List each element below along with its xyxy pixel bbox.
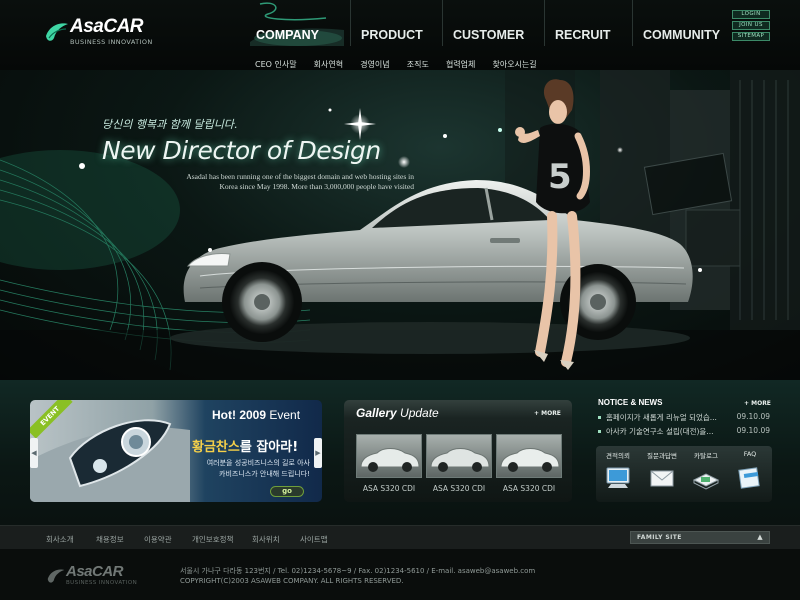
quick-qna[interactable]: 질문과답변: [640, 446, 684, 502]
footer-link-privacy[interactable]: 개인보호정책: [192, 534, 233, 545]
shirt-number: 5: [548, 157, 572, 197]
footer-link-sitemap[interactable]: 사이트맵: [300, 534, 328, 545]
subnav-history[interactable]: 회사연혁: [314, 60, 343, 69]
hero-description: Asadal has been running one of the bigge…: [186, 172, 414, 191]
family-site-select[interactable]: FAMILY SITE ▲: [630, 531, 770, 544]
mail-icon: [650, 470, 674, 487]
notice-panel: NOTICE & NEWS + MORE 홈페이지가 새롭게 리뉴얼 되었습..…: [594, 396, 776, 444]
event-prev-icon[interactable]: ◀: [30, 438, 38, 468]
footer-brand-name: AsaCAR: [66, 563, 124, 580]
nav-recruit[interactable]: RECRUIT: [544, 0, 632, 46]
gallery-title: Gallery Update: [356, 406, 439, 420]
footer-link-terms[interactable]: 이용약관: [144, 534, 172, 545]
footer-logo: AsaCAR BUSINESS INNOVATION: [46, 563, 146, 589]
nav-company[interactable]: COMPANY: [246, 0, 350, 46]
brand-logo[interactable]: AsaCAR BUSINESS INNOVATION: [44, 16, 174, 52]
footer-brand-tagline: BUSINESS INNOVATION: [66, 580, 138, 586]
car-thumb-image: [430, 448, 490, 472]
copyright-line: COPYRIGHT(C)2003 ASAWEB COMPANY. ALL RIG…: [180, 577, 404, 585]
notice-item[interactable]: 홈페이지가 새롭게 리뉴얼 되었습... 09.10.09: [598, 412, 770, 424]
nav-community[interactable]: COMMUNITY: [632, 0, 726, 46]
hero-korean-slogan: 당신의 행복과 함께 달립니다.: [102, 118, 238, 131]
content-area: EVENT Hot! 2009 Event 황금찬스를 잡아라! 여러분을 성공…: [0, 380, 800, 525]
monitor-icon: [606, 467, 630, 488]
gallery-thumb[interactable]: [496, 434, 562, 478]
quick-menu: 견적의뢰 질문과답변 카탈로그 FAQ: [596, 446, 772, 502]
quick-item-label: FAQ: [743, 450, 757, 458]
main-navigation: COMPANY PRODUCT CUSTOMER RECRUIT COMMUNI…: [246, 0, 726, 46]
notice-item-title: 홈페이지가 새롭게 리뉴얼 되었습...: [606, 413, 717, 422]
notice-item-date: 09.10.09: [736, 426, 770, 435]
subnav-ceo[interactable]: CEO 인사말: [255, 60, 297, 69]
caret-up-icon: ▲: [757, 533, 763, 541]
quick-item-label: 견적의뢰: [606, 452, 630, 460]
header: AsaCAR BUSINESS INNOVATION COMPANY PRODU…: [0, 0, 800, 70]
event-banner[interactable]: EVENT Hot! 2009 Event 황금찬스를 잡아라! 여러분을 성공…: [30, 400, 322, 502]
notice-more-link[interactable]: + MORE: [744, 400, 771, 407]
gallery-panel: Gallery Update + MORE ASA S320 CDI ASA S…: [344, 400, 572, 502]
footer: AsaCAR BUSINESS INNOVATION 서울시 가나구 다라동 1…: [0, 549, 800, 600]
quick-faq[interactable]: FAQ: [728, 446, 772, 502]
brand-name: AsaCAR: [70, 16, 144, 37]
event-go-button[interactable]: go: [270, 486, 304, 497]
hero-title: New Director of Design: [102, 136, 381, 165]
notice-item-date: 09.10.09: [736, 412, 770, 421]
gallery-thumb[interactable]: [426, 434, 492, 478]
event-next-icon[interactable]: ▶: [314, 438, 322, 468]
quick-estimate[interactable]: 견적의뢰: [596, 446, 640, 502]
subnav-organization[interactable]: 조직도: [407, 60, 429, 69]
sitemap-button[interactable]: SITEMAP: [732, 32, 770, 41]
nav-company-label: COMPANY: [256, 28, 319, 42]
car-thumb-image: [360, 448, 420, 472]
footer-link-location[interactable]: 회사위치: [252, 534, 280, 545]
catalog-icon: [692, 473, 720, 490]
login-button[interactable]: LOGIN: [732, 10, 770, 19]
notice-item-title: 아사카 기술연구소 설립(대전)을...: [606, 427, 714, 436]
utility-links: LOGIN JOIN US SITEMAP: [732, 10, 772, 43]
quick-item-label: 카탈로그: [694, 452, 718, 460]
gallery-thumb[interactable]: [356, 434, 422, 478]
bullet-icon: [598, 416, 601, 419]
event-title: Hot! 2009 Event: [212, 408, 301, 422]
sub-navigation: CEO 인사말 회사연혁 경영이념 조직도 협력업체 찾아오시는길: [255, 52, 549, 69]
address-line: 서울시 가나구 다라동 123번지 / Tel. 02)1234-5678~9 …: [180, 567, 536, 575]
bullet-icon: [598, 430, 601, 433]
subnav-location[interactable]: 찾아오시는길: [492, 60, 536, 69]
nav-customer[interactable]: CUSTOMER: [442, 0, 544, 46]
faq-icon: [738, 467, 760, 489]
nav-recruit-label: RECRUIT: [555, 28, 611, 42]
nav-community-label: COMMUNITY: [643, 28, 721, 42]
footer-address: 서울시 가나구 다라동 123번지 / Tel. 02)1234-5678~9 …: [180, 566, 535, 586]
quick-item-label: 질문과답변: [647, 452, 677, 460]
event-text: 여러분을 성공비즈니스의 길로 아사카비즈니스가 안내해 드립니다!: [206, 459, 310, 478]
gallery-caption: ASA S320 CDI: [502, 484, 556, 493]
nav-product-label: PRODUCT: [361, 28, 423, 42]
footer-link-company[interactable]: 회사소개: [46, 534, 74, 545]
brand-tagline: BUSINESS INNOVATION: [70, 38, 153, 46]
gallery-more-link[interactable]: + MORE: [534, 410, 561, 417]
notice-item[interactable]: 아사카 기술연구소 설립(대전)을... 09.10.09: [598, 426, 770, 438]
logo-leaf-icon: [47, 569, 65, 583]
family-site-label: FAMILY SITE: [637, 534, 682, 541]
gallery-caption: ASA S320 CDI: [362, 484, 416, 493]
notice-title: NOTICE & NEWS: [598, 398, 663, 407]
subnav-partners[interactable]: 협력업체: [446, 60, 475, 69]
gallery-caption: ASA S320 CDI: [432, 484, 486, 493]
nav-customer-label: CUSTOMER: [453, 28, 525, 42]
hero-banner: 5 당신의 행복과 함께 달립니다. New Director of Desig…: [0, 70, 800, 380]
join-button[interactable]: JOIN US: [732, 21, 770, 30]
car-thumb-image: [500, 448, 560, 472]
quick-catalog[interactable]: 카탈로그: [684, 446, 728, 502]
footer-link-bar: 회사소개 채용정보 이용약관 개인보호정책 회사위치 사이트맵 FAMILY S…: [0, 525, 800, 549]
nav-product[interactable]: PRODUCT: [350, 0, 442, 46]
logo-leaf-icon: [46, 23, 68, 41]
event-headline: 황금찬스를 잡아라!: [192, 440, 299, 455]
subnav-philosophy[interactable]: 경영이념: [360, 60, 389, 69]
footer-link-recruit[interactable]: 채용정보: [96, 534, 124, 545]
